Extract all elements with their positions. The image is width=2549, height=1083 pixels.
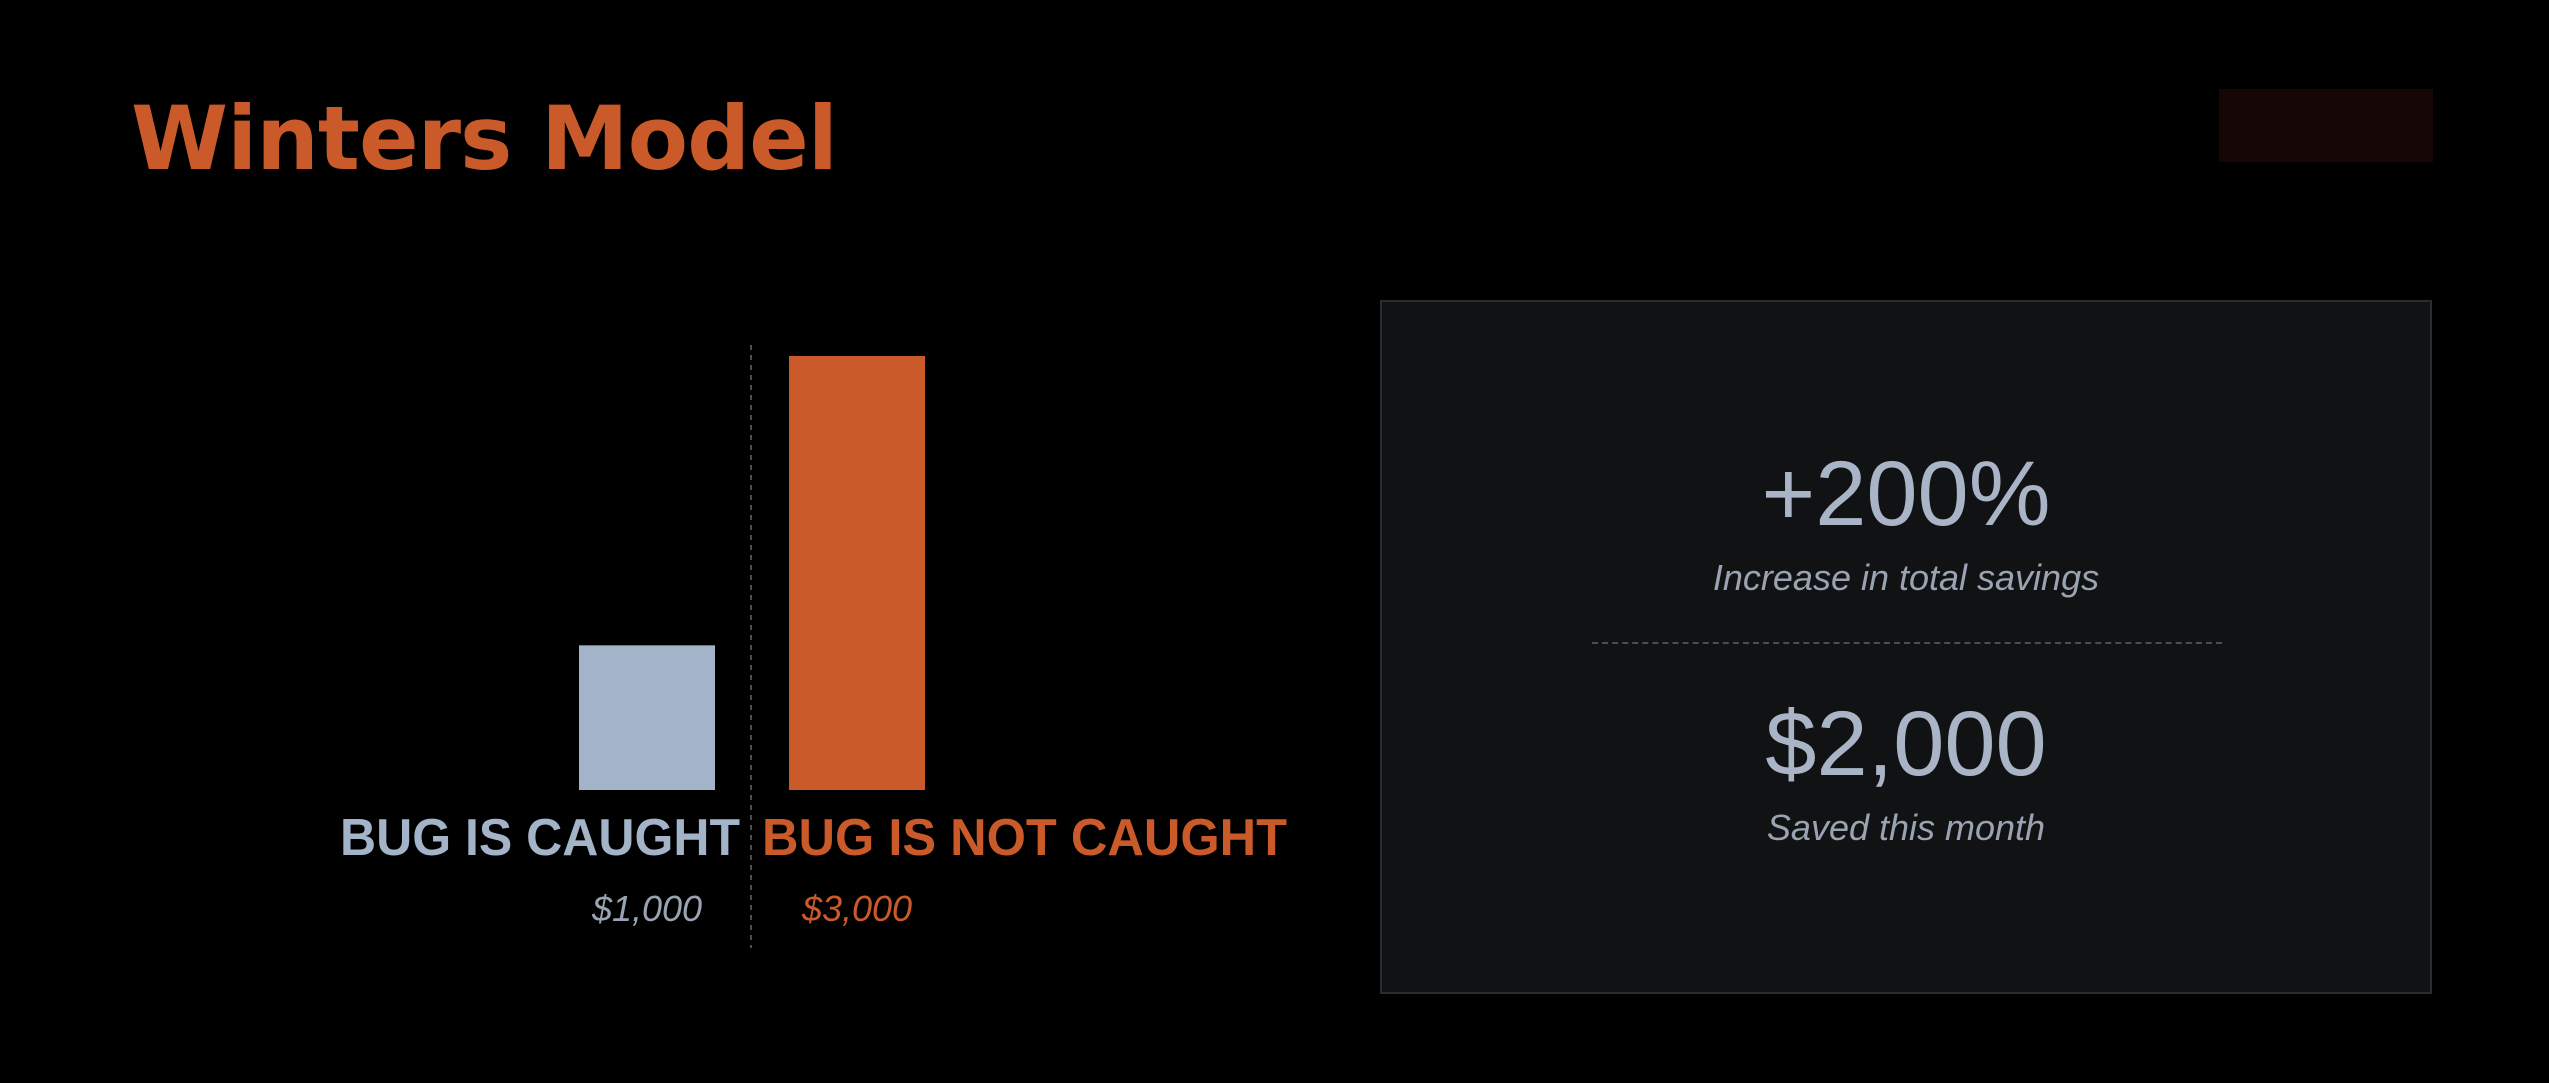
value-label-bug-not-caught: $3,000 <box>801 888 912 929</box>
value-label-bug-caught: $1,000 <box>591 888 702 929</box>
stat-value-saved: $2,000 <box>1765 693 2047 795</box>
bar-bug-caught <box>579 645 715 790</box>
stat-value-increase: +200% <box>1761 443 2051 545</box>
stat-label-saved: Saved this month <box>1766 807 2046 848</box>
category-label-bug-caught: BUG IS CAUGHT <box>340 809 740 867</box>
bar-chart: BUG IS CAUGHT $1,000 BUG IS NOT CAUGHT $3,0… <box>340 345 1287 948</box>
category-label-bug-not-caught: BUG IS NOT CAUGHT <box>762 809 1287 867</box>
stat-divider <box>1592 642 2222 644</box>
stats-panel: +200% Increase in total savings $2,000 S… <box>1380 300 2432 994</box>
stat-label-increase: Increase in total savings <box>1712 557 2100 598</box>
bar-bug-not-caught <box>789 356 925 790</box>
corner-block <box>2219 89 2433 162</box>
